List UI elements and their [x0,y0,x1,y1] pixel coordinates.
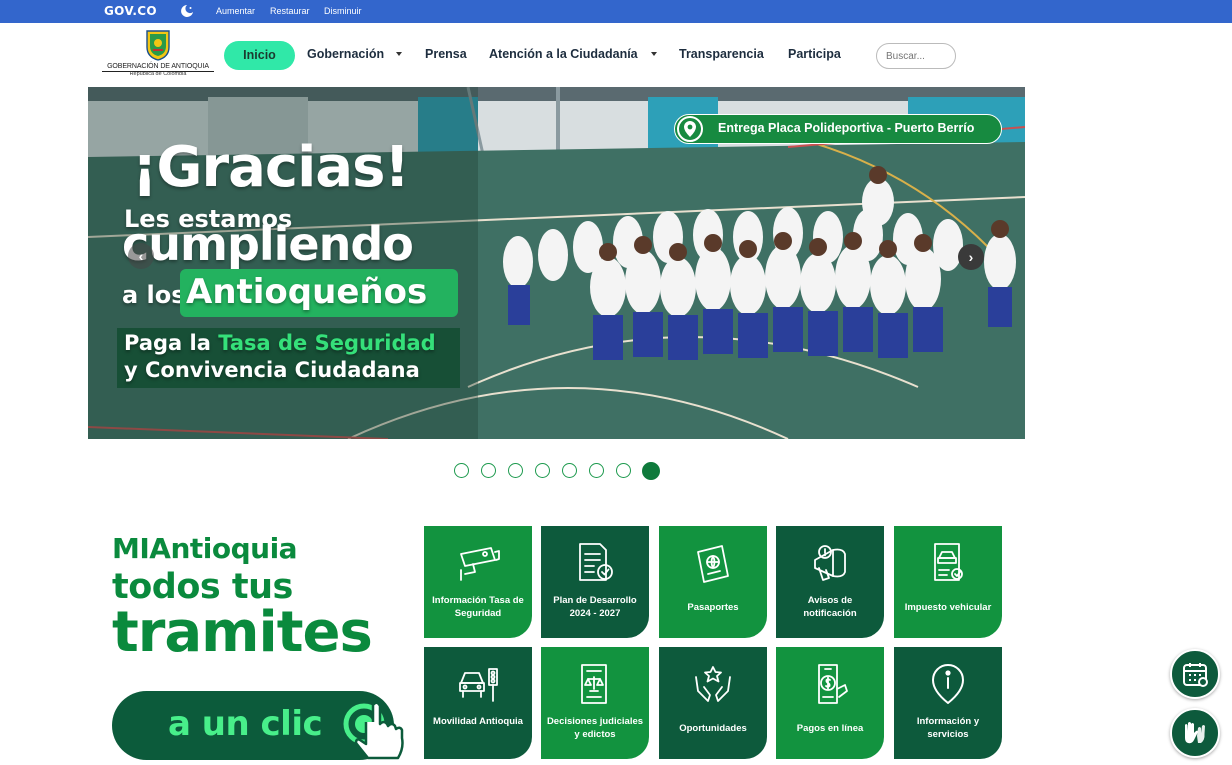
vehicle-document-icon [934,543,963,581]
document-check-icon [579,543,613,581]
nav-prensa[interactable]: Prensa [425,47,467,61]
calendar-icon [1183,663,1208,687]
paga-prefix: Paga la [124,331,211,355]
nav-inicio[interactable]: Inicio [224,41,295,70]
carousel-prev-button[interactable]: ‹ [128,243,154,269]
passport-icon [697,545,729,583]
tile-label: Información y servicios [916,716,980,740]
megaphone-icon [814,545,846,581]
contrast-toggle-icon[interactable] [178,3,196,19]
location-place: Puerto Berrío [894,121,975,135]
sign-language-icon [1185,722,1205,744]
slide-line-antioquenos: Antioqueños [186,272,428,312]
chevron-down-icon[interactable] [396,52,402,56]
font-decrease-link[interactable]: Disminuir [324,6,362,16]
tile-impuesto-vehicular[interactable]: Impuesto vehicular [894,526,1002,638]
tile-label: Avisos de notificación [803,595,857,619]
tile-tasa-seguridad[interactable]: Información Tasa de Seguridad [424,526,532,638]
nav-atencion-ciudadania[interactable]: Atención a la Ciudadanía [489,47,638,61]
location-text: Entrega Placa Polideportiva - Puerto Ber… [718,121,974,135]
carousel-next-button[interactable]: › [958,244,984,270]
carousel-dot[interactable] [508,463,523,478]
tile-label: Movilidad Antioquia [433,716,523,727]
carousel-dot[interactable] [562,463,577,478]
slide-paga-line1: Paga la Tasa de Seguridad [124,331,436,355]
chevron-down-icon[interactable] [651,52,657,56]
paga-accent: Tasa [218,331,271,355]
slide-paga-line2: y Convivencia Ciudadana [124,358,420,382]
carousel-dot[interactable] [481,463,496,478]
search-input[interactable] [876,43,956,69]
tile-informacion-servicios[interactable]: Información y servicios [894,647,1002,759]
nav-participa[interactable]: Participa [788,47,841,61]
govco-top-bar: GOV.CO Aumentar Restaurar Disminuir [0,0,1232,23]
sign-language-button[interactable] [1170,708,1220,758]
tile-label: Plan de Desarrollo 2024 - 2027 [553,595,637,619]
brand-country: República de Colombia [129,71,187,77]
tile-label: Pasaportes [687,602,739,613]
paga-rest: de Seguridad [277,331,436,355]
carousel-dot[interactable] [454,463,469,478]
carousel-dot-active[interactable] [642,462,660,480]
a-un-clic-label[interactable]: a un clic [168,704,323,744]
tile-decisiones-judiciales[interactable]: Decisiones judiciales y edictos [541,647,649,759]
hands-star-icon [695,666,731,702]
slide-line-alos: a los [122,281,186,309]
location-pin-icon [677,116,703,142]
tile-pasaportes[interactable]: Pasaportes [659,526,767,638]
nav-transparencia[interactable]: Transparencia [679,47,764,61]
judicial-document-icon [581,664,607,704]
phone-payment-icon [818,664,848,704]
pointer-hand-icon [343,701,404,760]
tile-movilidad[interactable]: Movilidad Antioquia [424,647,532,759]
nav-gobernacion[interactable]: Gobernación [307,47,384,61]
antioquia-shield-icon [146,30,170,61]
slide-line-cumpliendo: cumpliendo [122,217,414,271]
font-increase-link[interactable]: Aumentar [216,6,255,16]
mia-brand: MIAntioquia [112,532,298,565]
mia-brand-bold: MIA [112,532,171,565]
tile-oportunidades[interactable]: Oportunidades [659,647,767,759]
govco-logo[interactable]: GOV.CO [104,4,157,18]
hero-carousel[interactable]: Entrega Placa Polideportiva - Puerto Ber… [88,87,1025,439]
tile-pagos-linea[interactable]: Pagos en línea [776,647,884,759]
font-reset-link[interactable]: Restaurar [270,6,310,16]
calendar-button[interactable] [1170,649,1220,699]
slide-headline: ¡Gracias! [132,135,410,200]
tile-label: Oportunidades [679,723,747,734]
mia-brand-rest: ntioquia [170,532,298,565]
tile-label: Decisiones judiciales y edictos [546,716,644,740]
carousel-dot[interactable] [616,463,631,478]
tile-label: Información Tasa de Seguridad [432,595,524,619]
tile-plan-desarrollo[interactable]: Plan de Desarrollo 2024 - 2027 [541,526,649,638]
carousel-dot[interactable] [535,463,550,478]
tile-avisos-notificacion[interactable]: Avisos de notificación [776,526,884,638]
tile-label: Impuesto vehicular [904,602,992,613]
gobernacion-logo[interactable]: GOBERNACIÓN DE ANTIOQUIA República de Co… [102,29,214,81]
carousel-dot[interactable] [589,463,604,478]
mia-line3: tramites [112,600,373,665]
info-pin-icon [932,664,964,704]
cctv-camera-icon [460,547,500,581]
tile-label: Pagos en línea [796,723,864,734]
location-label: Entrega Placa Polideportiva [718,121,884,135]
car-traffic-light-icon [459,668,498,702]
